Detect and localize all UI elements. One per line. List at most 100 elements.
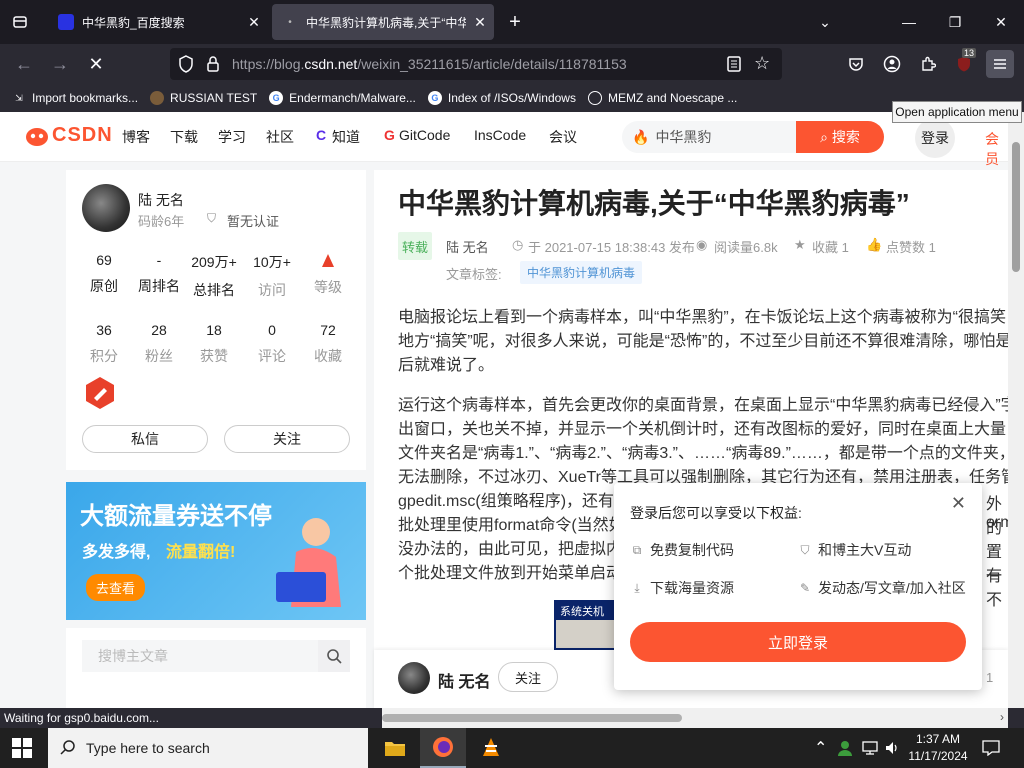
bookmark-star-icon[interactable]: ☆	[754, 53, 770, 74]
close-tab-icon[interactable]: ✕	[466, 14, 494, 31]
shield-icon[interactable]	[178, 55, 194, 78]
stat-week-rank[interactable]: - 周排名	[129, 252, 189, 296]
bookmark-isos[interactable]: G Index of /ISOs/Windows	[427, 91, 576, 105]
follow-button[interactable]: 关注	[224, 425, 350, 453]
avatar[interactable]	[398, 662, 430, 694]
blog-search-input[interactable]: 搜博主文章	[82, 640, 318, 672]
stop-icon[interactable]: ✕	[82, 50, 110, 78]
article-tag[interactable]: 中华黑豹计算机病毒	[520, 261, 643, 284]
nav-inscode[interactable]: InsCode	[474, 127, 526, 143]
avatar[interactable]	[82, 184, 130, 232]
bookmark-label: Import bookmarks...	[32, 91, 139, 105]
code-icon: ⧉	[632, 542, 642, 557]
close-icon[interactable]: ✕	[951, 493, 966, 514]
nav-meeting[interactable]: 会议	[549, 127, 577, 147]
search-button-label: 搜索	[831, 129, 860, 145]
perk-copy-code: ⧉ 免费复制代码	[630, 540, 734, 560]
account-icon[interactable]	[878, 50, 906, 78]
tab-list-icon[interactable]	[0, 0, 40, 44]
close-tab-icon[interactable]: ✕	[240, 14, 268, 31]
follow-button[interactable]: 关注	[498, 662, 558, 692]
stat-total-rank[interactable]: 209万+ 总排名	[184, 252, 244, 300]
login-now-button[interactable]: 立即登录	[630, 622, 966, 662]
article-author[interactable]: 陆 无名	[446, 237, 489, 256]
vlc-icon[interactable]	[468, 728, 514, 768]
nav-zhidao[interactable]: 知道	[332, 127, 360, 147]
file-explorer-icon[interactable]	[372, 728, 418, 768]
close-window-button[interactable]: ✕	[978, 0, 1024, 44]
pen-icon: ✎	[799, 581, 811, 595]
scrollbar-thumb[interactable]	[1012, 142, 1020, 272]
list-all-tabs-icon[interactable]: ⌄	[802, 0, 848, 44]
message-button[interactable]: 私信	[82, 425, 208, 453]
nav-blog[interactable]: 博客	[122, 127, 150, 147]
stat-fans[interactable]: 28 粉丝	[129, 322, 189, 366]
tab-csdn[interactable]: • 中华黑豹计算机病毒,关于“中华 ✕	[272, 4, 494, 40]
bookmark-russian-test[interactable]: RUSSIAN TEST	[150, 91, 257, 105]
app-menu-icon[interactable]	[986, 50, 1014, 78]
search-button[interactable]: ⌕ 搜索	[796, 121, 884, 153]
tray-chevron-icon[interactable]: ⌃	[814, 728, 827, 768]
vip-link[interactable]: 会员	[985, 129, 1008, 169]
notifications-icon[interactable]	[982, 728, 1000, 768]
minimize-button[interactable]: —	[886, 0, 932, 44]
security-tray-icon[interactable]	[836, 728, 854, 768]
ublock-icon[interactable]: 13	[950, 48, 978, 78]
star-icon: ★	[794, 237, 806, 252]
download-icon: ⤓	[634, 580, 640, 595]
site-search-input[interactable]: 🔥 中华黑豹	[622, 121, 796, 153]
login-button[interactable]: 登录	[915, 118, 955, 158]
nav-community[interactable]: 社区	[266, 127, 294, 147]
network-icon[interactable]	[862, 728, 878, 768]
maximize-button[interactable]: ❐	[932, 0, 978, 44]
blogger-badge-icon[interactable]	[84, 376, 116, 415]
volume-icon[interactable]	[884, 728, 900, 768]
scroll-right-arrow-icon[interactable]: ›	[1000, 710, 1004, 724]
extensions-icon[interactable]	[914, 50, 942, 78]
new-tab-button[interactable]: +	[492, 0, 538, 44]
bookmarks-toolbar: ⇲ Import bookmarks... RUSSIAN TEST G Ender…	[0, 84, 1024, 112]
vertical-scrollbar[interactable]	[1008, 112, 1024, 708]
author-name[interactable]: 陆 无名	[438, 668, 490, 692]
perk-label: 下载海量资源	[650, 580, 734, 596]
stat-likes[interactable]: 18 获赞	[184, 322, 244, 366]
taskbar-clock[interactable]: 1:37 AM 11/17/2024	[905, 731, 971, 765]
horizontal-scrollbar[interactable]: ›	[382, 708, 1008, 728]
nav-gitcode[interactable]: GitCode	[399, 127, 450, 143]
nav-download[interactable]: 下载	[170, 127, 198, 147]
author-name[interactable]: 陆 无名	[138, 190, 184, 210]
promo-cta-button[interactable]: 去查看	[86, 574, 146, 601]
promo-banner[interactable]: 大额流量券送不停 多发多得, 流量翻倍! 去查看	[66, 482, 366, 620]
stat-collections[interactable]: 72 收藏	[298, 322, 358, 366]
taskbar-search-input[interactable]: Type here to search	[48, 728, 368, 768]
tab-title: 中华黑豹计算机病毒,关于“中华	[306, 15, 466, 30]
code-age: 码龄6年	[138, 214, 185, 229]
stat-points[interactable]: 36 积分	[74, 322, 134, 366]
firefox-icon[interactable]	[420, 728, 466, 768]
windows-start-icon[interactable]	[12, 738, 32, 763]
bookmark-endermanch[interactable]: G Endermanch/Malware...	[269, 91, 416, 105]
url-text[interactable]: https://blog.csdn.net/weixin_35211615/ar…	[232, 56, 627, 72]
csdn-logo[interactable]: CSDN	[24, 124, 113, 147]
nav-learn[interactable]: 学习	[218, 127, 246, 147]
csdn-header: CSDN 博客 下载 学习 社区 C 知道 G GitCode InsCode …	[0, 112, 1008, 167]
blog-search-button[interactable]	[318, 640, 350, 672]
stat-level[interactable]: 等级	[298, 252, 358, 297]
bookmark-import[interactable]: ⇲ Import bookmarks...	[12, 91, 138, 105]
windows-taskbar: Type here to search ⌃ 1:37 AM 11/17/2024	[0, 728, 1024, 768]
bookmark-memz[interactable]: MEMZ and Noescape ...	[587, 91, 737, 105]
pocket-icon[interactable]	[842, 50, 870, 78]
scrollbar-thumb[interactable]	[382, 714, 682, 722]
back-icon[interactable]: ←	[10, 50, 38, 78]
stat-comments[interactable]: 0 评论	[242, 322, 302, 366]
stat-original[interactable]: 69 原创	[74, 252, 134, 296]
stat-visits[interactable]: 10万+ 访问	[242, 252, 302, 300]
favorite-count[interactable]: 收藏 1	[812, 237, 849, 256]
forward-icon[interactable]: →	[46, 50, 74, 78]
url-bar[interactable]: https://blog.csdn.net/weixin_35211615/ar…	[170, 48, 782, 80]
tab-baidu[interactable]: 中华黑豹_百度搜索 ✕	[48, 4, 268, 40]
like-count[interactable]: 点赞数 1	[886, 237, 936, 256]
stat-label: 总排名	[193, 282, 235, 298]
lock-icon[interactable]	[206, 55, 220, 78]
reader-view-icon[interactable]	[726, 55, 742, 78]
